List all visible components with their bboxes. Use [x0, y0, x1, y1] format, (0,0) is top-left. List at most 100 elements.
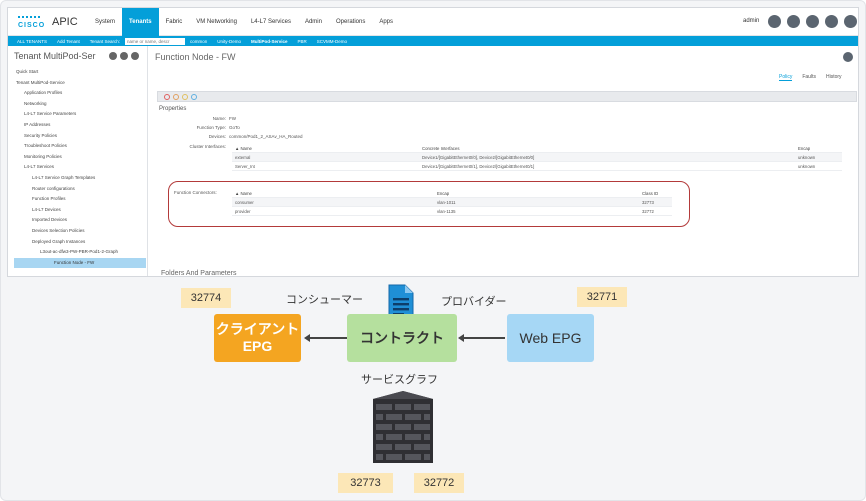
figure-frame: CISCO APIC System Tenants Fabric VM Netw…	[0, 0, 866, 501]
client-epg-line1: クライアント	[215, 321, 300, 337]
subnav-unity-demo[interactable]: Unity-Demo	[212, 39, 246, 44]
tab-history[interactable]: History	[826, 74, 842, 81]
prop-key: Cluster Interfaces:	[189, 144, 226, 149]
apic-screenshot: CISCO APIC System Tenants Fabric VM Netw…	[7, 7, 859, 277]
tree-item[interactable]: L4-L7 Devices	[14, 205, 146, 216]
search-icon[interactable]	[768, 15, 781, 28]
prop-key: Function Type:	[196, 125, 226, 130]
user-name[interactable]: admin	[743, 18, 759, 24]
subnav-scvmm[interactable]: SCVMM-Demo	[312, 39, 352, 44]
function-connectors-label: Function Connectors:	[174, 190, 217, 195]
minimize-dot-icon[interactable]	[173, 94, 179, 100]
consumer-label: コンシューマー	[286, 294, 363, 306]
tenant-subnav: ALL TENANTS Add Tenant Tenant Search: na…	[8, 36, 858, 46]
tree-item[interactable]: Monitoring Policies	[14, 152, 146, 163]
tree-item[interactable]: Router configurations	[14, 184, 146, 195]
tree-item[interactable]: Application Profiles	[14, 88, 146, 99]
web-epg-label: Web EPG	[519, 330, 582, 346]
table-row[interactable]: Server_Int Device1/[GigabitEthernet0/1],…	[232, 162, 842, 171]
client-epg-box: クライアント EPG	[214, 314, 301, 362]
menu-tenants[interactable]: Tenants	[122, 8, 159, 36]
menu-system[interactable]: System	[88, 8, 122, 36]
tenant-search-input[interactable]: name or name, descr	[124, 37, 185, 45]
tab-faults[interactable]: Faults	[802, 74, 816, 81]
class-id-web-tag: 32771	[577, 287, 627, 307]
cluster-interfaces-table: ▲ Name Concrete Interfaces Encap externa…	[232, 144, 842, 171]
prop-key: Devices:	[208, 134, 226, 139]
col-name[interactable]: ▲ Name	[235, 189, 252, 198]
info-dot-icon[interactable]	[191, 94, 197, 100]
top-nav: CISCO APIC System Tenants Fabric VM Netw…	[8, 8, 858, 36]
tree-item[interactable]: Function Profiles	[14, 194, 146, 205]
cell: vlan-1011	[437, 200, 456, 205]
subnav-multipod[interactable]: MultiPod-Service	[246, 39, 293, 44]
firewall-icon	[373, 391, 433, 463]
tree-item[interactable]: Security Policies	[14, 131, 146, 142]
settings-icon[interactable]	[806, 15, 819, 28]
cell: consumer	[235, 200, 254, 205]
menu-admin[interactable]: Admin	[298, 8, 329, 36]
main-menu: System Tenants Fabric VM Networking L4-L…	[88, 8, 400, 36]
tools-icon[interactable]	[131, 52, 139, 60]
col-class-id[interactable]: Class ID	[642, 189, 658, 198]
menu-vm-networking[interactable]: VM Networking	[189, 8, 244, 36]
subnav-common[interactable]: common	[185, 39, 212, 44]
col-encap[interactable]: Encap	[798, 144, 810, 153]
navigation-pane: Tenant MultiPod-Ser Quick Start Tenant M…	[8, 46, 148, 276]
prop-value: GoTo	[229, 125, 240, 130]
table-row[interactable]: provider vlan-1135 32772	[232, 207, 672, 216]
help-icon[interactable]	[843, 52, 853, 62]
tree-item[interactable]: Networking	[14, 99, 146, 110]
cell: Server_Int	[235, 164, 255, 169]
cell: Device1/[GigabitEthernet0/0], Device2/[G…	[422, 155, 535, 160]
subnav-add-tenant[interactable]: Add Tenant	[52, 39, 85, 44]
class-id-provider-tag: 32772	[414, 473, 464, 493]
cell: unknown	[798, 164, 816, 169]
cell: external	[235, 155, 251, 160]
subnav-search-label: Tenant Search:	[89, 38, 120, 44]
alerts-icon[interactable]	[787, 15, 800, 28]
cell: unknown	[798, 155, 816, 160]
tree-item[interactable]: L4-L7 Service Graph Templates	[14, 173, 146, 184]
subnav-pbr[interactable]: PBR	[293, 39, 312, 44]
account-icon[interactable]	[844, 15, 857, 28]
tree-item[interactable]: L4-L7 Services	[14, 162, 146, 173]
table-row[interactable]: consumer vlan-1011 32773	[232, 198, 672, 207]
tree-item[interactable]: Quick Start	[14, 67, 146, 78]
tree-item[interactable]: Deployed Graph Instances	[14, 237, 146, 248]
col-encap[interactable]: Encap	[437, 189, 449, 198]
cell: vlan-1135	[437, 209, 456, 214]
tree-item[interactable]: Tenant MultiPod-Service	[14, 78, 146, 89]
tree-item[interactable]: Devices Selection Policies	[14, 226, 146, 237]
web-to-contract-arrow	[458, 334, 505, 341]
subnav-all-tenants[interactable]: ALL TENANTS	[12, 39, 52, 44]
maximize-dot-icon[interactable]	[182, 94, 188, 100]
cell: Device1/[GigabitEthernet0/1], Device2/[G…	[422, 164, 535, 169]
menu-apps[interactable]: Apps	[372, 8, 400, 36]
header-icons	[768, 15, 857, 28]
tree-item[interactable]: Troubleshoot Policies	[14, 141, 146, 152]
properties-heading: Properties	[159, 106, 187, 112]
tree-item[interactable]: L3out-ac-dfw3-PW-PBR-Pod1-2-Graph	[14, 247, 146, 258]
col-concrete[interactable]: Concrete Interfaces	[422, 144, 460, 153]
contract-label: コントラクト	[360, 330, 444, 346]
tree-item[interactable]: IP Addresses	[14, 120, 146, 131]
tree-item[interactable]: L4-L7 Service Parameters	[14, 109, 146, 120]
refresh-icon[interactable]	[120, 52, 128, 60]
menu-operations[interactable]: Operations	[329, 8, 372, 36]
tree-item[interactable]: Imported Devices	[14, 215, 146, 226]
function-connectors-table: ▲ Name Encap Class ID consumer vlan-1011…	[232, 189, 672, 216]
col-name[interactable]: ▲ Name	[235, 144, 252, 153]
info-icon[interactable]	[109, 52, 117, 60]
folders-heading: Folders And Parameters	[161, 270, 237, 277]
web-epg-box: Web EPG	[507, 314, 594, 362]
menu-l4-l7[interactable]: L4-L7 Services	[244, 8, 298, 36]
menu-fabric[interactable]: Fabric	[159, 8, 190, 36]
class-id-client-tag: 32774	[181, 288, 231, 308]
help-icon[interactable]	[825, 15, 838, 28]
table-row[interactable]: external Device1/[GigabitEthernet0/0], D…	[232, 153, 842, 162]
tree-item-selected[interactable]: Function Node - FW	[14, 257, 146, 269]
cell: 32773	[642, 200, 654, 205]
tab-policy[interactable]: Policy	[779, 74, 793, 81]
close-dot-icon[interactable]	[164, 94, 170, 100]
